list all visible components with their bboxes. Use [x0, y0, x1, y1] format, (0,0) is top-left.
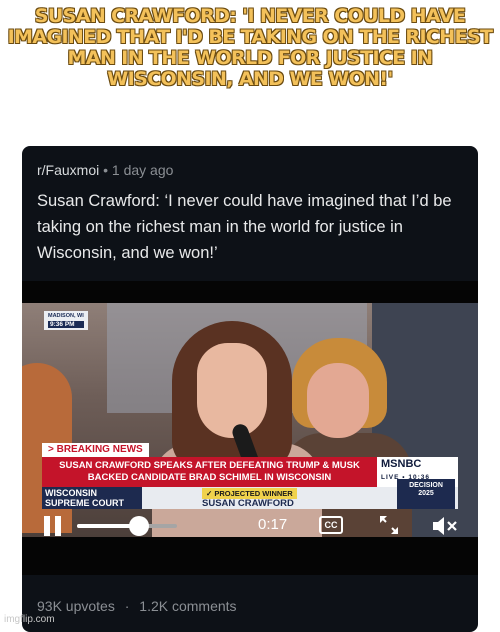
- breaking-news-label: > BREAKING NEWS: [42, 443, 149, 457]
- stats-separator: ·: [124, 598, 130, 614]
- post-age: 1 day ago: [111, 162, 174, 178]
- comment-count[interactable]: 1.2K comments: [139, 598, 236, 614]
- meme-caption-area: SUSAN CRAWFORD: 'I NEVER COULD HAVE IMAG…: [0, 0, 500, 146]
- person-right-face: [307, 363, 369, 438]
- reddit-post-card[interactable]: r/Fauxmoi • 1 day ago Susan Crawford: ‘I…: [22, 146, 478, 632]
- news-lower-third: > BREAKING NEWS SUSAN CRAWFORD SPEAKS AF…: [42, 443, 458, 509]
- progress-scrubber[interactable]: [129, 516, 149, 536]
- video-player[interactable]: MADISON, WI 9:36 PM > BREAKING NEWS SUSA…: [22, 281, 478, 575]
- meta-separator: •: [103, 162, 109, 178]
- post-title[interactable]: Susan Crawford: ‘I never could have imag…: [37, 188, 467, 266]
- muted-speaker-icon[interactable]: [431, 514, 459, 538]
- imgflip-watermark: imgflip.com: [4, 614, 55, 625]
- closed-captions-icon[interactable]: CC: [319, 516, 343, 534]
- results-strip: WISCONSIN SUPREME COURT ✓ PROJECTED WINN…: [42, 479, 458, 509]
- subreddit-link[interactable]: r/Fauxmoi: [37, 162, 99, 178]
- post-stats: 93K upvotes · 1.2K comments: [37, 598, 237, 614]
- post-meta: r/Fauxmoi • 1 day ago: [37, 162, 173, 178]
- progress-bar[interactable]: [77, 516, 177, 536]
- elapsed-time: 0:17: [258, 516, 288, 533]
- decision-logo: DECISION 2025: [397, 479, 455, 509]
- location-bug: MADISON, WI 9:36 PM: [44, 311, 88, 330]
- upvote-count[interactable]: 93K upvotes: [37, 598, 115, 614]
- meme-caption: SUSAN CRAWFORD: 'I NEVER COULD HAVE IMAG…: [7, 5, 493, 90]
- fullscreen-expand-icon[interactable]: [378, 514, 400, 536]
- location-time: 9:36 PM: [48, 321, 84, 328]
- pause-icon[interactable]: [42, 515, 64, 537]
- video-controls: 0:17 CC: [22, 507, 478, 543]
- speaker-face: [197, 343, 267, 438]
- location-text: MADISON, WI: [48, 313, 84, 319]
- network-logo: MSNBC: [381, 458, 422, 470]
- race-label: WISCONSIN SUPREME COURT: [42, 487, 142, 509]
- news-headline: SUSAN CRAWFORD SPEAKS AFTER DEFEATING TR…: [42, 457, 377, 487]
